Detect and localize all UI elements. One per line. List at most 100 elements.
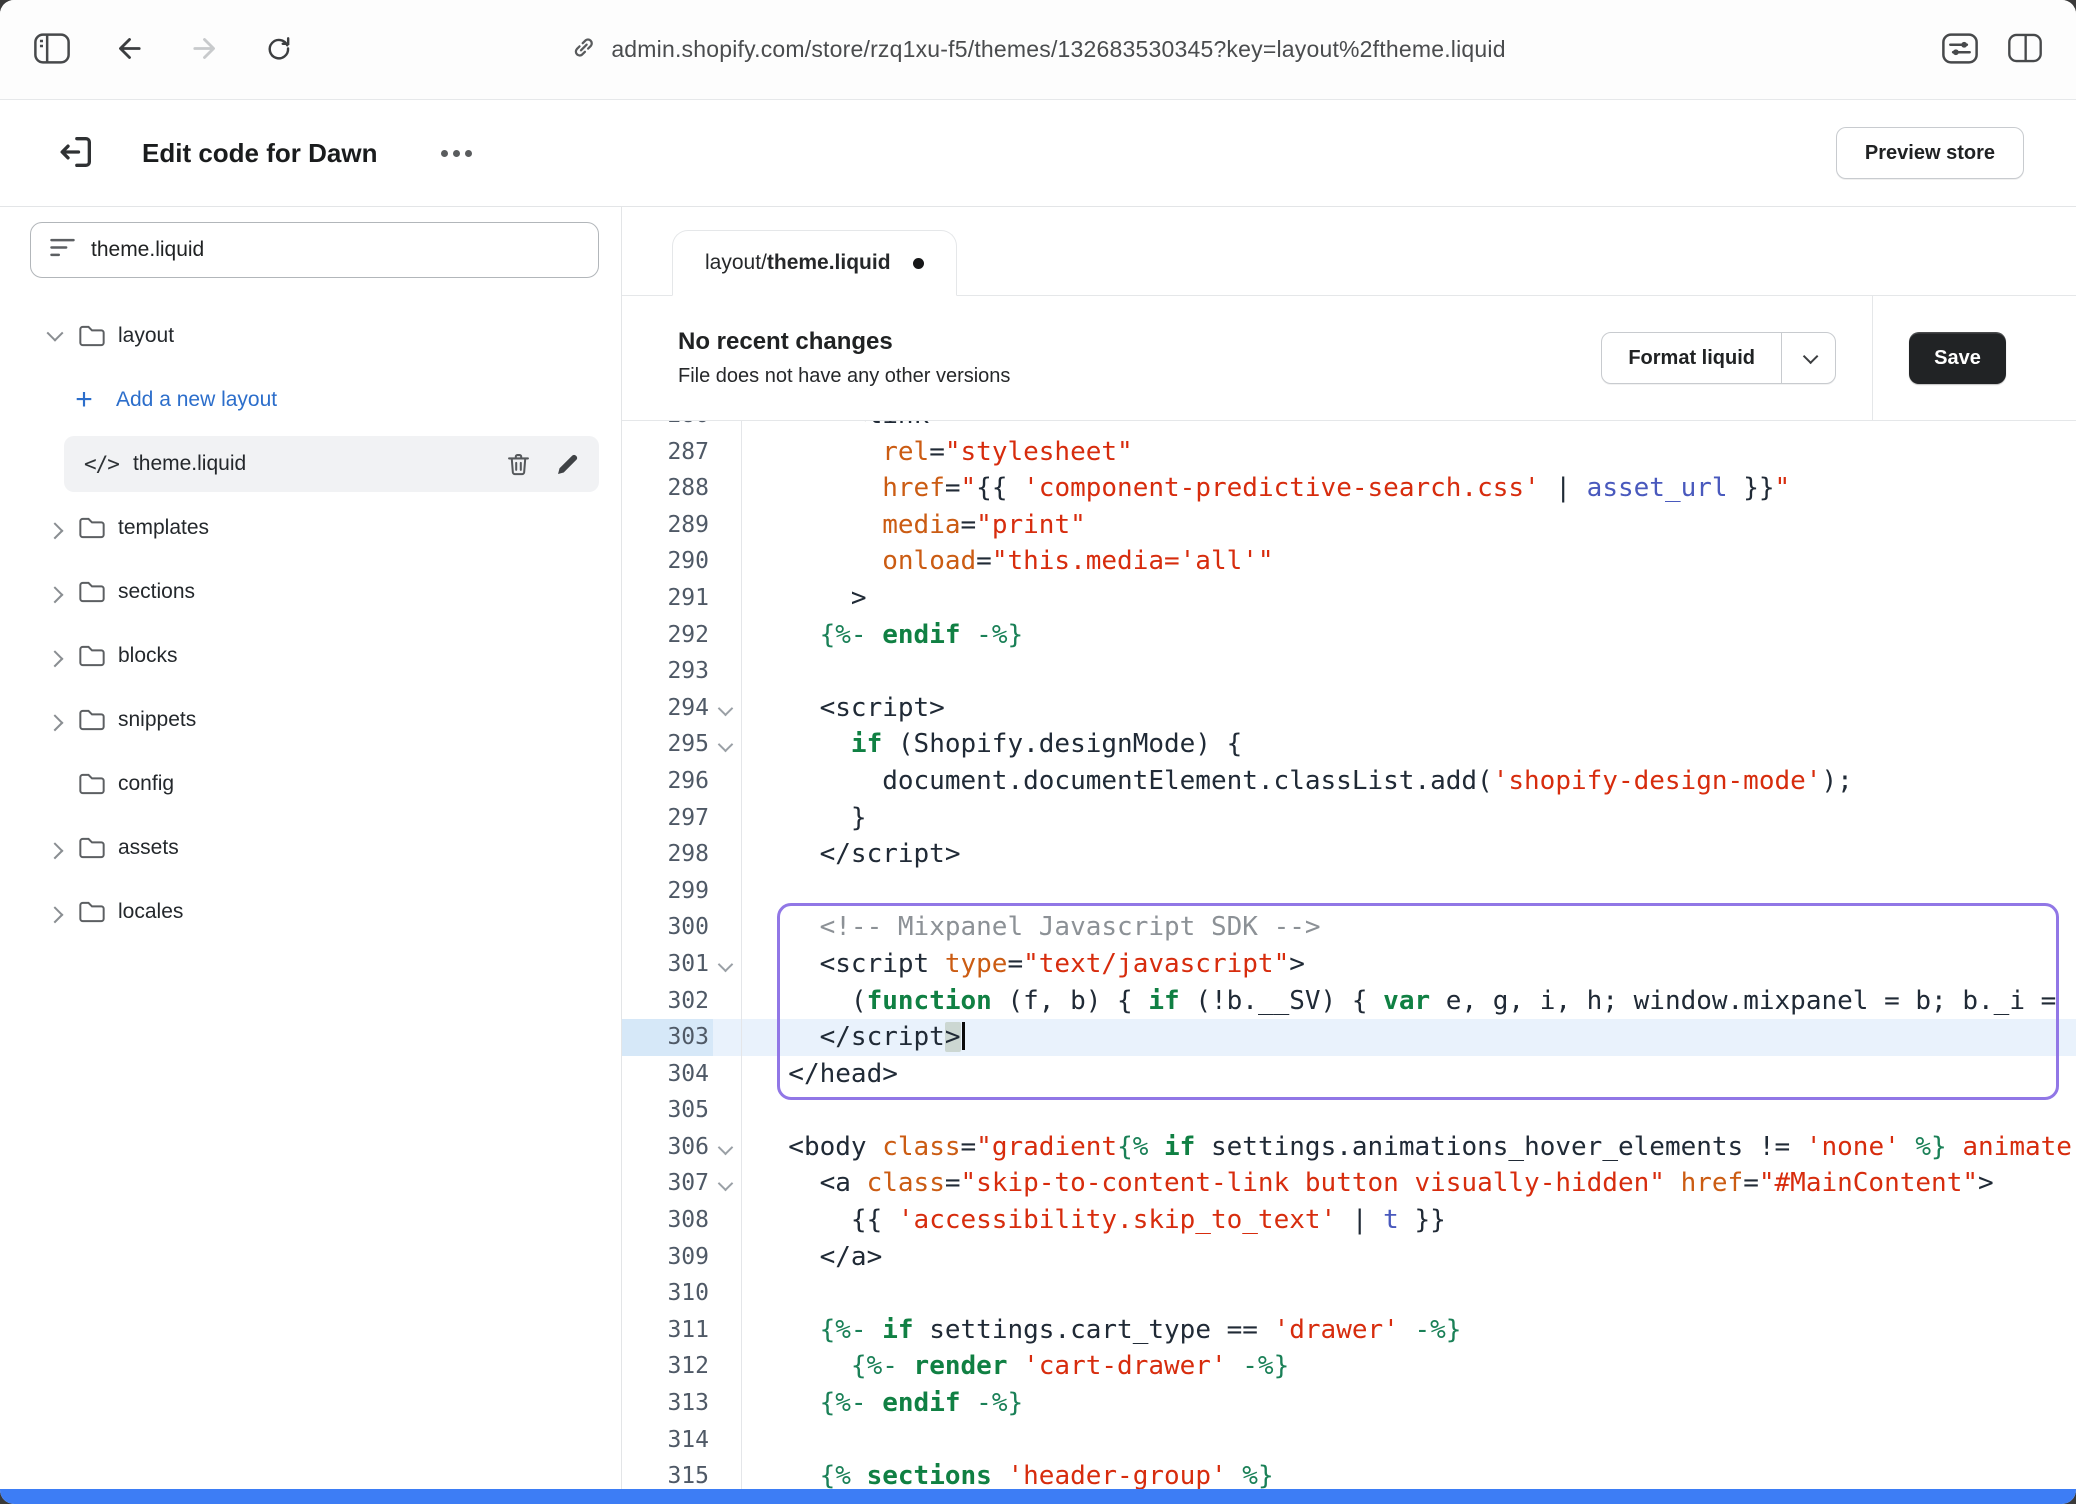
fold-toggle-icon[interactable] xyxy=(713,946,742,983)
line-number: 299 xyxy=(622,873,713,910)
code-text: onload="this.media='all'" xyxy=(742,543,2076,580)
search-input[interactable] xyxy=(91,238,580,262)
exit-button[interactable] xyxy=(56,132,96,175)
code-line-288[interactable]: 288 href="{{ 'component-predictive-searc… xyxy=(622,470,2076,507)
code-line-296[interactable]: 296 document.documentElement.classList.a… xyxy=(622,763,2076,800)
code-line-306[interactable]: 306 <body class="gradient{% if settings.… xyxy=(622,1129,2076,1166)
chevron-right-icon[interactable] xyxy=(38,816,72,880)
sidebar-toggle-button[interactable] xyxy=(34,33,70,67)
code-line-297[interactable]: 297 } xyxy=(622,800,2076,837)
more-menu-button[interactable] xyxy=(433,133,480,173)
editor-status-row: No recent changes File does not have any… xyxy=(622,296,2076,421)
chevron-right-icon[interactable] xyxy=(38,688,72,752)
fold-spacer xyxy=(713,1019,742,1056)
chevron-right-icon[interactable] xyxy=(38,880,72,944)
code-line-312[interactable]: 312 {%- render 'cart-drawer' -%} xyxy=(622,1348,2076,1385)
sidebar-item-config[interactable]: config xyxy=(0,752,621,816)
sidebar-item-sections[interactable]: sections xyxy=(0,560,621,624)
line-number: 290 xyxy=(622,543,713,580)
code-line-287[interactable]: 287 rel="stylesheet" xyxy=(622,434,2076,471)
sidebar-item-blocks[interactable]: blocks xyxy=(0,624,621,688)
code-line-309[interactable]: 309 </a> xyxy=(622,1239,2076,1276)
code-line-293[interactable]: 293 xyxy=(622,653,2076,690)
status-subtitle: File does not have any other versions xyxy=(678,365,1010,388)
back-arrow-icon xyxy=(114,33,145,67)
code-line-310[interactable]: 310 xyxy=(622,1275,2076,1312)
fold-toggle-icon[interactable] xyxy=(713,1165,742,1202)
chevron-down-icon[interactable] xyxy=(38,304,72,368)
sidebar-item-templates[interactable]: templates xyxy=(0,496,621,560)
fold-spacer xyxy=(713,543,742,580)
code-editor[interactable]: 286 <link287 rel="stylesheet"288 href="{… xyxy=(622,421,2076,1489)
sidebar-item-assets[interactable]: assets xyxy=(0,816,621,880)
fold-spacer xyxy=(713,983,742,1020)
format-dropdown-button[interactable] xyxy=(1781,333,1835,383)
code-line-311[interactable]: 311 {%- if settings.cart_type == 'drawer… xyxy=(622,1312,2076,1349)
code-text: </script> xyxy=(742,1019,2076,1056)
code-line-299[interactable]: 299 xyxy=(622,873,2076,910)
bottom-accent-bar xyxy=(0,1489,2076,1504)
toolbar-right-icons xyxy=(1942,33,2042,67)
sidebar-item-locales[interactable]: locales xyxy=(0,880,621,944)
code-line-286[interactable]: 286 <link xyxy=(622,421,2076,434)
code-line-305[interactable]: 305 xyxy=(622,1092,2076,1129)
url-bar[interactable]: admin.shopify.com/store/rzq1xu-f5/themes… xyxy=(570,34,1505,66)
code-line-289[interactable]: 289 media="print" xyxy=(622,507,2076,544)
fold-toggle-icon[interactable] xyxy=(713,1129,742,1166)
sidebar-item-theme-liquid[interactable]: </>theme.liquid xyxy=(64,436,599,492)
forward-button[interactable] xyxy=(189,33,220,67)
rename-file-button[interactable] xyxy=(554,451,581,478)
save-button[interactable]: Save xyxy=(1909,332,2006,384)
code-line-298[interactable]: 298 </script> xyxy=(622,836,2076,873)
fold-spacer xyxy=(713,873,742,910)
code-line-307[interactable]: 307 <a class="skip-to-content-link butto… xyxy=(622,1165,2076,1202)
sidebar-item-snippets[interactable]: snippets xyxy=(0,688,621,752)
code-line-295[interactable]: 295 if (Shopify.designMode) { xyxy=(622,726,2076,763)
plus-icon: + xyxy=(72,383,96,417)
chevron-right-icon[interactable] xyxy=(38,624,72,688)
chevron-right-icon[interactable] xyxy=(38,560,72,624)
fold-toggle-icon[interactable] xyxy=(713,690,742,727)
preview-store-button[interactable]: Preview store xyxy=(1836,127,2024,179)
code-line-315[interactable]: 315 {% sections 'header-group' %} xyxy=(622,1458,2076,1489)
format-liquid-button[interactable]: Format liquid xyxy=(1602,333,1781,383)
sidebar-item-layout[interactable]: layout xyxy=(0,304,621,368)
file-search[interactable] xyxy=(30,222,599,278)
extensions-button[interactable] xyxy=(1942,33,1978,67)
code-text: <body class="gradient{% if settings.anim… xyxy=(742,1129,2076,1166)
fold-spacer xyxy=(713,1422,742,1459)
line-number: 288 xyxy=(622,470,713,507)
chevron-right-icon[interactable] xyxy=(38,496,72,560)
fold-spacer xyxy=(713,1092,742,1129)
code-line-314[interactable]: 314 xyxy=(622,1422,2076,1459)
line-number: 306 xyxy=(622,1129,713,1166)
delete-file-button[interactable] xyxy=(505,451,532,478)
code-lines: 286 <link287 rel="stylesheet"288 href="{… xyxy=(622,421,2076,1489)
code-line-294[interactable]: 294 <script> xyxy=(622,690,2076,727)
code-line-300[interactable]: 300 <!-- Mixpanel Javascript SDK --> xyxy=(622,909,2076,946)
split-view-button[interactable] xyxy=(2008,33,2042,66)
code-line-308[interactable]: 308 {{ 'accessibility.skip_to_text' | t … xyxy=(622,1202,2076,1239)
main-layout: layout+Add a new layout</>theme.liquidte… xyxy=(0,207,2076,1489)
line-number: 294 xyxy=(622,690,713,727)
fold-spacer xyxy=(713,434,742,471)
reload-button[interactable] xyxy=(264,34,293,66)
line-number: 315 xyxy=(622,1458,713,1489)
code-line-292[interactable]: 292 {%- endif -%} xyxy=(622,617,2076,654)
sidebar-item-add-a-new-layout[interactable]: +Add a new layout xyxy=(0,368,621,432)
back-button[interactable] xyxy=(114,33,145,67)
fold-toggle-icon[interactable] xyxy=(713,726,742,763)
tab-layout-theme-liquid[interactable]: layout/theme.liquid xyxy=(672,230,957,296)
code-line-291[interactable]: 291 > xyxy=(622,580,2076,617)
line-number: 291 xyxy=(622,580,713,617)
code-line-313[interactable]: 313 {%- endif -%} xyxy=(622,1385,2076,1422)
folder-icon xyxy=(78,516,106,540)
tab-bar: layout/theme.liquid xyxy=(622,207,2076,296)
line-number: 313 xyxy=(622,1385,713,1422)
folder-icon xyxy=(78,580,106,604)
code-line-302[interactable]: 302 (function (f, b) { if (!b.__SV) { va… xyxy=(622,983,2076,1020)
code-line-301[interactable]: 301 <script type="text/javascript"> xyxy=(622,946,2076,983)
code-line-304[interactable]: 304 </head> xyxy=(622,1056,2076,1093)
code-line-290[interactable]: 290 onload="this.media='all'" xyxy=(622,543,2076,580)
code-line-303[interactable]: 303 </script> xyxy=(622,1019,2076,1056)
